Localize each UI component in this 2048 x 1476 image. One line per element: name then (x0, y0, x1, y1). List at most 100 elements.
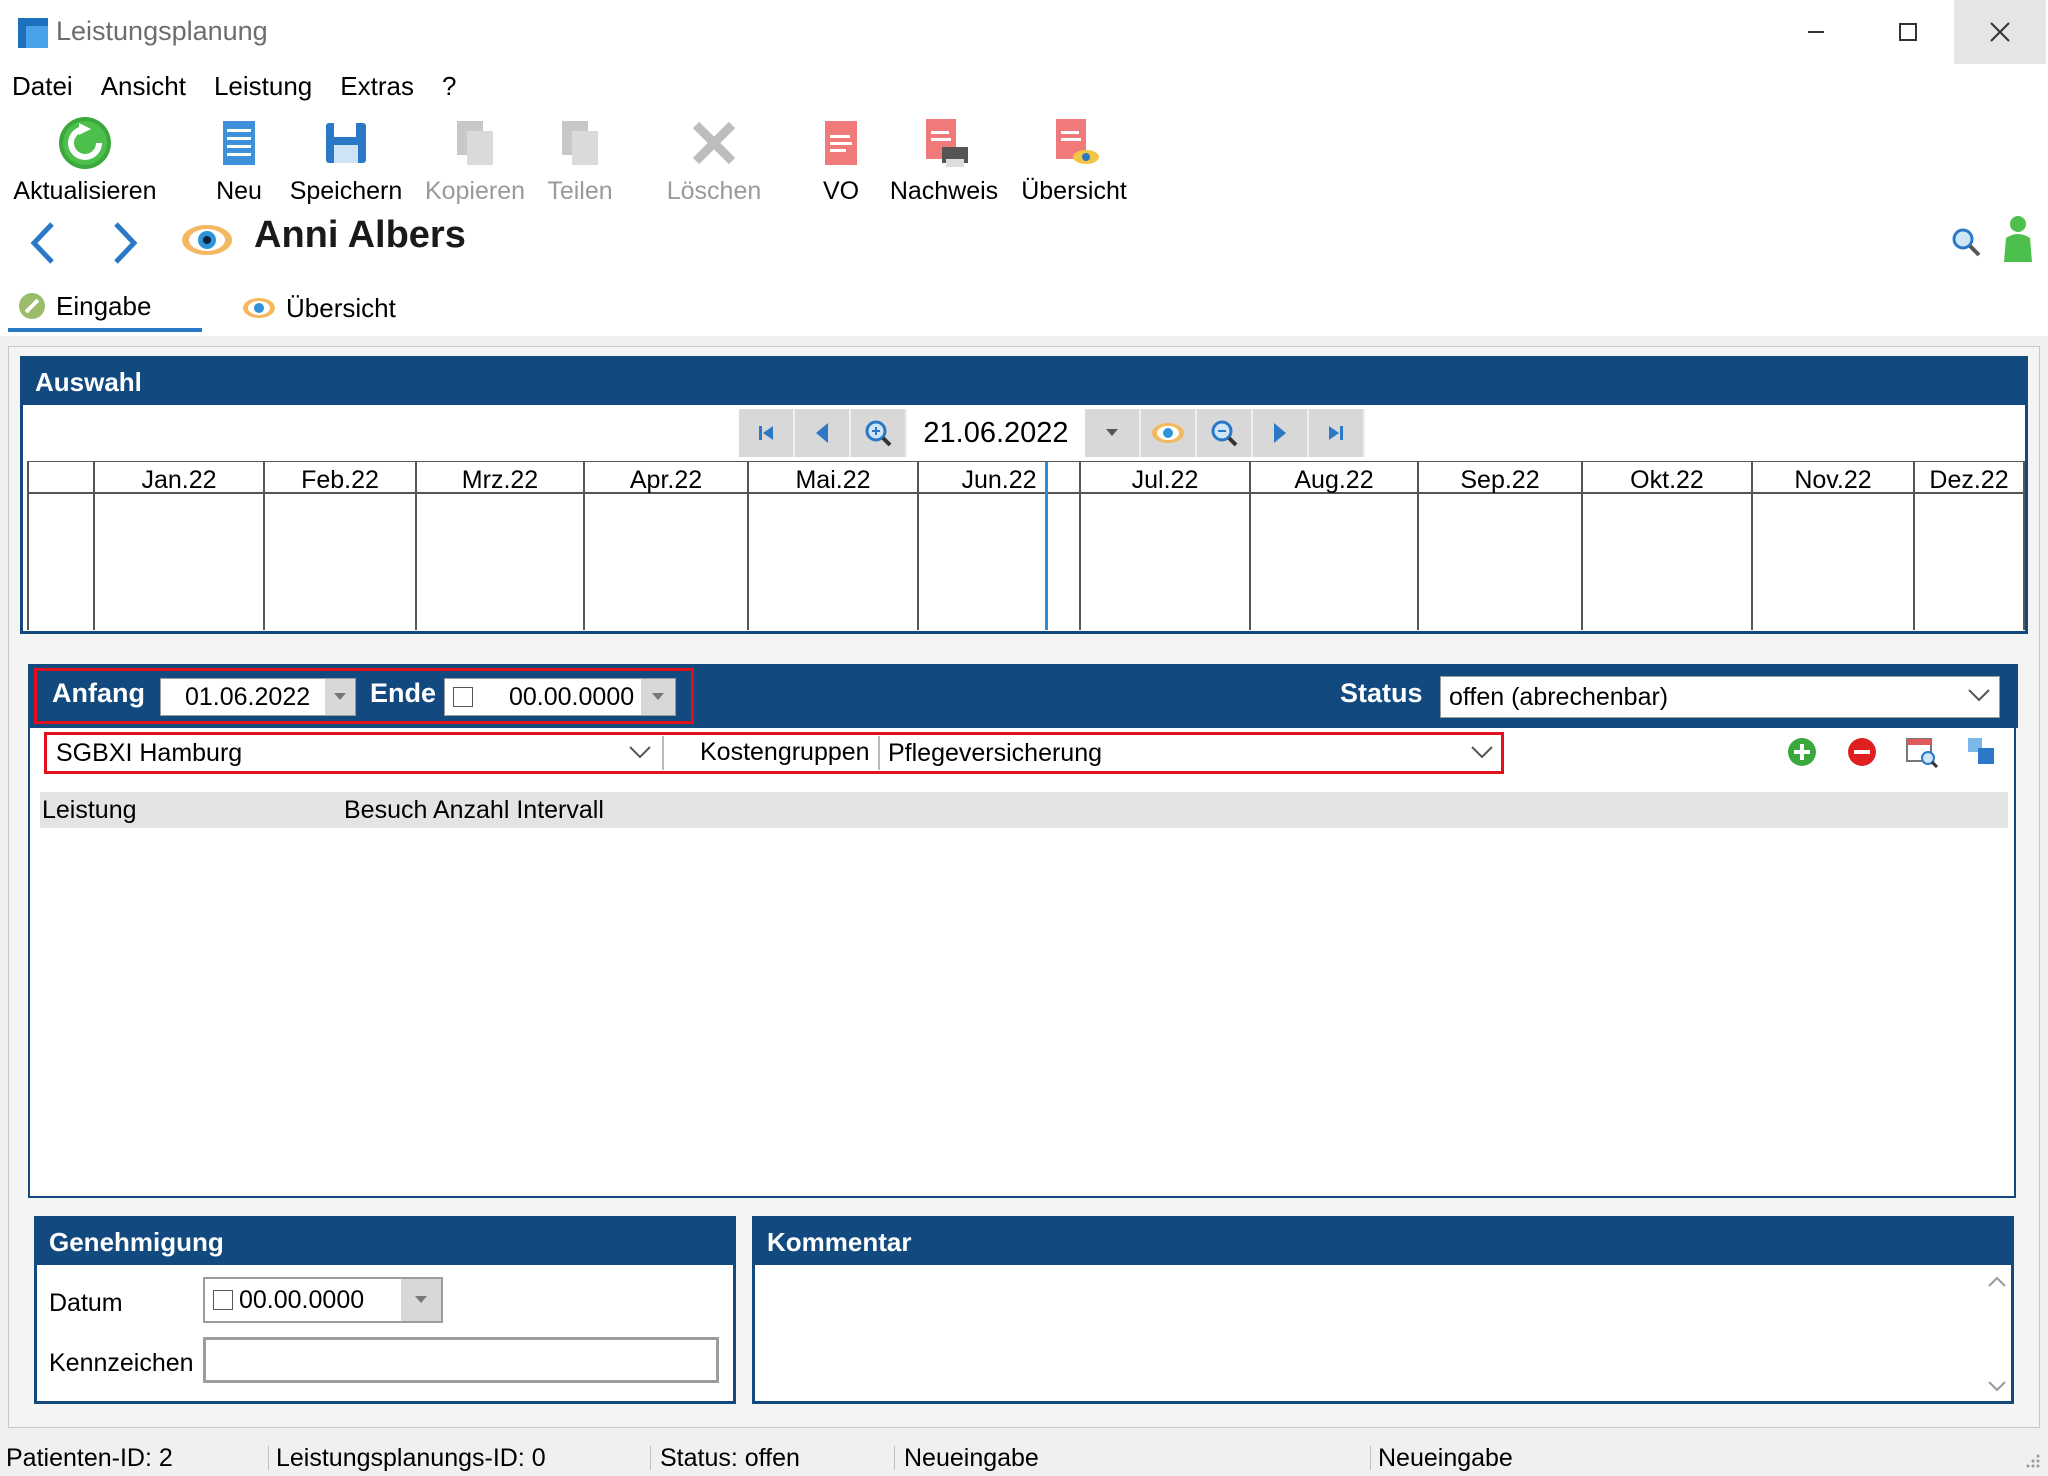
menu-leistung[interactable]: Leistung (214, 71, 326, 102)
month-column: Aug.22 (1249, 462, 1417, 630)
kommentar-textarea[interactable] (761, 1271, 1981, 1395)
app-icon (18, 18, 48, 48)
vo-document-icon (825, 121, 857, 165)
kostengruppen-value: Pflegeversicherung (888, 738, 1103, 767)
skip-first-icon (759, 426, 773, 440)
genehmigung-datum-field[interactable]: 00.00.0000 (203, 1277, 443, 1323)
calendar-search-icon (1906, 738, 1938, 768)
calendar-search-button[interactable] (1904, 734, 1938, 768)
month-label: Feb.22 (301, 466, 379, 494)
ende-date-field[interactable]: 00.00.0000 (444, 678, 676, 716)
aktualisieren-label: Aktualisieren (13, 177, 157, 205)
aktualisieren-button[interactable]: Aktualisieren (10, 114, 160, 210)
speichern-label: Speichern (289, 177, 403, 205)
status-separator (894, 1446, 895, 1470)
nachweis-button[interactable]: Nachweis (886, 114, 1002, 210)
tab-uebersicht[interactable]: Übersicht (232, 284, 406, 332)
last-button[interactable] (1309, 409, 1365, 457)
month-column: Okt.22 (1581, 462, 1751, 630)
current-date: 21.06.2022 (907, 409, 1085, 457)
minimize-button[interactable] (1770, 0, 1862, 64)
ende-checkbox[interactable] (453, 687, 473, 707)
scroll-up-button[interactable] (1987, 1275, 2007, 1289)
close-button[interactable] (1954, 0, 2046, 64)
genehmigung-panel: Genehmigung Datum 00.00.0000 Kennzeichen (34, 1216, 736, 1404)
datum-label: Datum (49, 1289, 123, 1317)
zoom-in-button[interactable] (851, 409, 907, 457)
triangle-left-icon (816, 423, 828, 443)
remove-leistung-button[interactable] (1846, 736, 1878, 768)
katalog-row: SGBXI Hamburg Kostengruppen Pflegeversic… (30, 728, 2018, 784)
first-button[interactable] (739, 409, 795, 457)
new-document-icon (223, 121, 255, 165)
kostengruppen-dropdown[interactable] (1470, 744, 1494, 760)
timeline-row-header (27, 462, 93, 630)
delete-icon (692, 121, 736, 165)
kennzeichen-label: Kennzeichen (49, 1349, 194, 1377)
person-icon (2004, 216, 2032, 262)
neu-button[interactable]: Neu (204, 114, 274, 210)
search-button[interactable] (1950, 226, 1982, 258)
menu-ansicht[interactable]: Ansicht (101, 71, 200, 102)
loeschen-button[interactable]: Löschen (664, 114, 764, 210)
anfang-dropdown[interactable] (325, 679, 355, 715)
katalog-dropdown[interactable] (628, 744, 652, 760)
ende-dropdown[interactable] (641, 679, 675, 715)
uebersicht-toolbar-button[interactable]: Übersicht (1016, 114, 1132, 210)
chevron-down-icon (1471, 746, 1493, 759)
column-leistung[interactable]: Leistung (42, 796, 137, 825)
eye-icon (243, 298, 275, 318)
ende-label: Ende (370, 678, 437, 708)
view-button[interactable] (1141, 409, 1197, 457)
teilen-button[interactable]: Teilen (540, 114, 620, 210)
datum-dropdown[interactable] (401, 1279, 441, 1321)
save-icon (326, 123, 366, 163)
kostengruppen-select[interactable]: Pflegeversicherung (882, 736, 1500, 770)
month-label: Jul.22 (1131, 466, 1199, 494)
user-button[interactable] (2000, 214, 2036, 264)
column-besuch[interactable]: Besuch Anzahl Intervall (344, 796, 604, 825)
menu-bar: Datei Ansicht Leistung Extras ? (0, 64, 2048, 108)
date-navigator: 21.06.2022 (739, 409, 1365, 457)
vo-button[interactable]: VO (806, 114, 876, 210)
status-select[interactable]: offen (abrechenbar) (1440, 676, 2000, 718)
katalog-select[interactable]: SGBXI Hamburg (48, 736, 658, 770)
datum-checkbox[interactable] (213, 1290, 233, 1310)
minimize-icon (1808, 31, 1824, 33)
scroll-down-button[interactable] (1987, 1379, 2007, 1393)
resize-grip[interactable] (2022, 1450, 2042, 1470)
search-icon (1952, 228, 1981, 257)
tab-eingabe[interactable]: Eingabe (8, 284, 202, 332)
zoom-out-button[interactable] (1197, 409, 1253, 457)
chevron-right-icon (114, 222, 138, 264)
copy-icon (457, 121, 493, 165)
add-leistung-button[interactable] (1786, 736, 1818, 768)
chevron-down-icon (629, 746, 651, 759)
timeline[interactable]: Jan.22 Feb.22 Mrz.22 Apr.22 Mai.22 Jun.2… (27, 461, 2025, 631)
transfer-button[interactable] (1966, 736, 1996, 766)
speichern-button[interactable]: Speichern (284, 114, 408, 210)
menu-datei[interactable]: Datei (12, 71, 87, 102)
anfang-date-field[interactable]: 01.06.2022 (160, 678, 356, 716)
next-patient-button[interactable] (106, 218, 142, 268)
month-column: Jul.22 (1079, 462, 1249, 630)
month-label: Aug.22 (1294, 466, 1374, 494)
window-title: Leistungsplanung (56, 16, 268, 46)
menu-help[interactable]: ? (442, 71, 470, 102)
next-button[interactable] (1253, 409, 1309, 457)
previous-button[interactable] (795, 409, 851, 457)
maximize-button[interactable] (1862, 0, 1954, 64)
kopieren-button[interactable]: Kopieren (420, 114, 530, 210)
menu-extras[interactable]: Extras (340, 71, 428, 102)
vo-label: VO (822, 177, 860, 205)
previous-patient-button[interactable] (26, 218, 62, 268)
auswahl-panel: Auswahl 21.06.2022 Jan.22 Feb.22 Mrz.22 … (20, 356, 2028, 634)
kennzeichen-input[interactable] (203, 1337, 719, 1383)
status-dropdown[interactable] (1967, 687, 1991, 703)
leistungsplanungs-id: Leistungsplanungs-ID: 0 (276, 1444, 546, 1472)
chevron-down-icon (1988, 1381, 2006, 1392)
status-value: offen (abrechenbar) (1449, 682, 1669, 711)
anfang-label: Anfang (52, 678, 145, 708)
date-dropdown-button[interactable] (1085, 409, 1141, 457)
status-separator (650, 1446, 651, 1470)
